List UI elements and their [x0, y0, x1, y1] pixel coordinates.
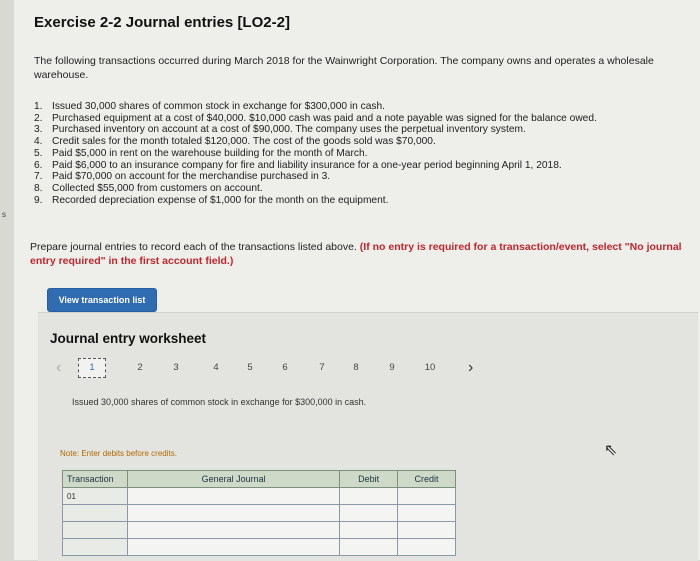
next-page-icon[interactable]: › — [468, 359, 473, 377]
account-cell[interactable] — [126, 487, 341, 505]
col-general-journal: General Journal — [126, 470, 341, 488]
page-2[interactable]: 2 — [130, 362, 150, 373]
worksheet-pager: ‹ 1 2 3 4 5 6 7 8 9 10 › — [50, 357, 490, 383]
transaction-item: 5. Paid $5,000 in rent on the warehouse b… — [34, 147, 368, 159]
page-5[interactable]: 5 — [240, 362, 260, 373]
page-4[interactable]: 4 — [206, 362, 226, 373]
exercise-title: Exercise 2-2 Journal entries [LO2-2] — [34, 14, 290, 31]
journal-entry-worksheet: Journal entry worksheet ‹ 1 2 3 4 5 6 7 … — [38, 312, 698, 561]
transaction-item: 7. Paid $70,000 on account for the mercha… — [34, 171, 331, 183]
page-10[interactable]: 10 — [420, 362, 440, 373]
worksheet-title: Journal entry worksheet — [50, 331, 207, 346]
page-1[interactable]: 1 — [78, 358, 106, 378]
journal-table: Transaction General Journal Debit Credit… — [62, 470, 456, 556]
transaction-cell — [62, 521, 128, 539]
credit-cell[interactable] — [397, 538, 456, 556]
transaction-item: 1. Issued 30,000 shares of common stock i… — [34, 101, 385, 112]
table-row: 01 — [62, 487, 456, 505]
page-3[interactable]: 3 — [166, 362, 186, 373]
transaction-item: 3. Purchased inventory on account at a co… — [34, 124, 526, 136]
page-7[interactable]: 7 — [312, 362, 332, 373]
transaction-cell — [62, 538, 128, 556]
exercise-page: Exercise 2-2 Journal entries [LO2-2] The… — [14, 0, 700, 561]
col-debit: Debit — [339, 470, 399, 488]
transaction-description: Issued 30,000 shares of common stock in … — [72, 397, 367, 407]
debit-cell[interactable] — [339, 538, 399, 556]
instructions-text: Prepare journal entries to record each o… — [30, 241, 357, 253]
transaction-cell: 01 — [62, 487, 128, 505]
instructions: Prepare journal entries to record each o… — [30, 240, 695, 268]
transaction-item: 2. Purchased equipment at a cost of $40,0… — [34, 112, 597, 124]
credit-cell[interactable] — [397, 504, 456, 522]
mouse-cursor-icon: ⇖ — [604, 442, 618, 459]
col-transaction: Transaction — [62, 470, 128, 488]
transaction-cell — [62, 504, 128, 522]
debit-cell[interactable] — [339, 504, 399, 522]
edge-mark: s — [2, 210, 6, 219]
transaction-list: 1. Issued 30,000 shares of common stock i… — [34, 101, 694, 206]
table-row — [62, 538, 456, 556]
page-9[interactable]: 9 — [382, 362, 402, 373]
transaction-item: 9. Recorded depreciation expense of $1,00… — [34, 194, 389, 206]
prev-page-icon[interactable]: ‹ — [56, 359, 61, 377]
view-transaction-list-button[interactable]: View transaction list — [47, 288, 157, 312]
account-cell[interactable] — [126, 504, 341, 522]
page-6[interactable]: 6 — [275, 362, 295, 373]
table-row — [62, 521, 456, 539]
debits-note: Note: Enter debits before credits. — [60, 449, 177, 458]
debit-cell[interactable] — [339, 521, 399, 539]
debit-cell[interactable] — [339, 487, 399, 505]
transaction-item: 4. Credit sales for the month totaled $12… — [34, 136, 436, 148]
exercise-intro: The following transactions occurred duri… — [34, 55, 654, 81]
col-credit: Credit — [397, 470, 456, 488]
account-cell[interactable] — [126, 538, 341, 556]
credit-cell[interactable] — [397, 521, 456, 539]
account-cell[interactable] — [126, 521, 341, 539]
transaction-item: 8. Collected $55,000 from customers on ac… — [34, 182, 263, 194]
credit-cell[interactable] — [397, 487, 456, 505]
table-row — [62, 504, 456, 522]
transaction-item: 6. Paid $6,000 to an insurance company fo… — [34, 159, 562, 171]
page-8[interactable]: 8 — [346, 362, 366, 373]
